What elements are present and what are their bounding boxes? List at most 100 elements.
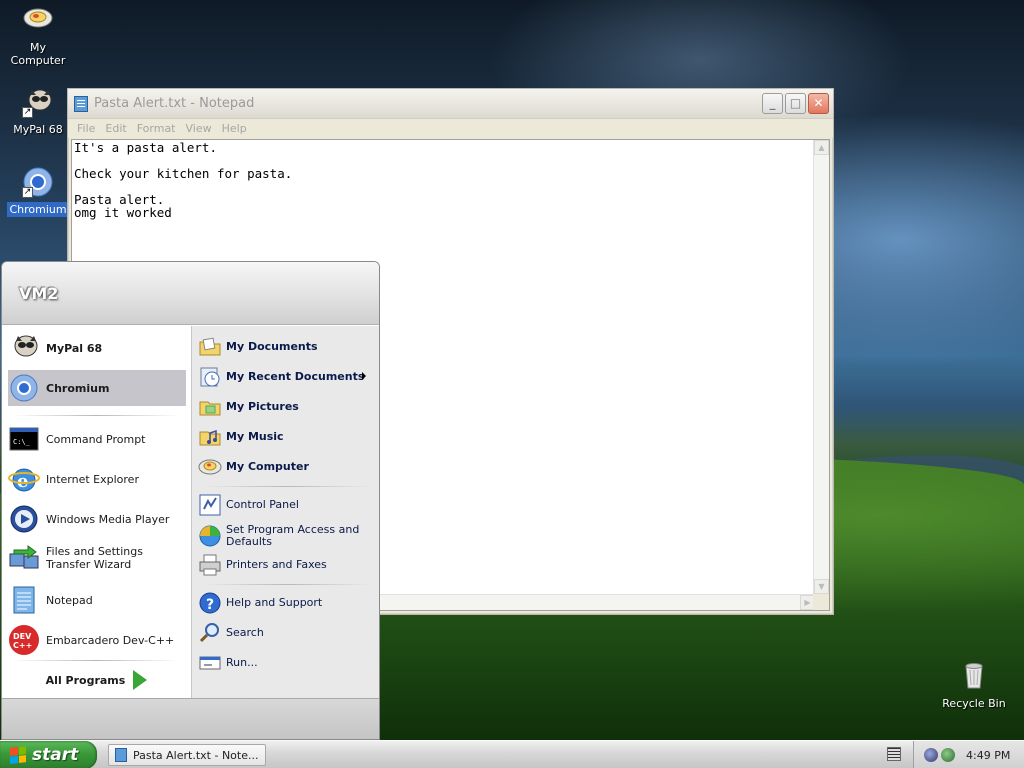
maximize-button[interactable]: □ (785, 93, 806, 114)
keyboard-icon[interactable] (887, 747, 901, 761)
document-text[interactable]: It's a pasta alert. Check your kitchen f… (72, 140, 829, 220)
chromium-icon (8, 372, 40, 404)
close-button[interactable]: ✕ (808, 93, 829, 114)
submenu-arrow-icon (362, 372, 366, 380)
my-pictures-icon (198, 395, 222, 419)
svg-text:DEV: DEV (13, 632, 32, 641)
start-button[interactable]: start (0, 741, 97, 768)
devcpp-icon: DEV C++ (8, 624, 40, 656)
system-tray: 4:49 PM (913, 741, 1024, 768)
vertical-scrollbar[interactable]: ▲ ▼ (813, 140, 829, 594)
settings-program-access[interactable]: Set Program Access and Defaults (198, 520, 376, 552)
help-label: Run... (226, 656, 258, 669)
desktop-icon-label: MyPal 68 (13, 123, 63, 136)
help-icon: ? (198, 591, 222, 615)
program-item-windows-media-player[interactable]: Windows Media Player (8, 501, 186, 537)
window-titlebar[interactable]: Pasta Alert.txt - Notepad _ □ ✕ (68, 89, 833, 119)
menu-view[interactable]: View (186, 122, 212, 135)
scroll-up-arrow-icon[interactable]: ▲ (814, 140, 829, 155)
desktop-icon-recycle-bin[interactable]: Recycle Bin (936, 660, 1012, 711)
raccoon-icon: ↗ (22, 86, 54, 118)
help-label: Search (226, 626, 264, 639)
separator (12, 660, 180, 661)
place-label: My Recent Documents (226, 370, 365, 383)
my-computer-icon (198, 455, 222, 479)
search-item[interactable]: Search (198, 620, 376, 646)
cmd-icon: C:\_ (8, 423, 40, 455)
settings-label: Control Panel (226, 498, 299, 511)
program-item-internet-explorer[interactable]: e Internet Explorer (8, 461, 186, 497)
resize-grip[interactable] (813, 594, 829, 610)
pinned-item-mypal[interactable]: MyPal 68 (8, 330, 186, 366)
place-label: My Music (226, 430, 284, 443)
place-my-computer[interactable]: My Computer (198, 454, 376, 480)
place-my-music[interactable]: My Music (198, 424, 376, 450)
program-item-label: Command Prompt (46, 432, 146, 446)
minimize-button[interactable]: _ (762, 93, 783, 114)
desktop-icon-mypal[interactable]: ↗ MyPal 68 (0, 86, 76, 137)
user-name: VM2 (19, 283, 59, 303)
clock[interactable]: 4:49 PM (966, 749, 1010, 762)
place-label: My Pictures (226, 400, 299, 413)
place-label: My Computer (226, 460, 309, 473)
my-documents-icon (198, 335, 222, 359)
start-label: start (32, 745, 79, 765)
taskbar: start Pasta Alert.txt - Note... 4:49 PM (0, 740, 1024, 768)
program-item-label: Embarcadero Dev-C++ (46, 633, 175, 647)
my-computer-icon (22, 4, 54, 36)
run-icon (198, 651, 222, 675)
run-item[interactable]: Run... (198, 650, 376, 676)
settings-label: Set Program Access and Defaults (226, 523, 360, 548)
taskbar-button-label: Pasta Alert.txt - Note... (133, 748, 259, 762)
separator (204, 486, 370, 487)
place-my-documents[interactable]: My Documents (198, 334, 376, 360)
settings-printers-faxes[interactable]: Printers and Faxes (198, 552, 376, 578)
start-menu-header: VM2 (2, 262, 379, 325)
notepad-icon (74, 95, 88, 112)
program-item-notepad[interactable]: Notepad (8, 582, 186, 618)
program-item-label: Notepad (46, 593, 93, 607)
program-item-devcpp[interactable]: DEV C++ Embarcadero Dev-C++ (8, 622, 186, 658)
desktop-icon-chromium[interactable]: ↗ Chromium (0, 166, 76, 217)
raccoon-icon (8, 332, 40, 364)
separator (204, 584, 370, 585)
notepad-icon (8, 584, 40, 616)
place-my-recent-documents[interactable]: My Recent Documents (198, 364, 376, 390)
menu-help[interactable]: Help (222, 122, 247, 135)
desktop-icon-label: Recycle Bin (942, 697, 1006, 710)
pinned-item-label: MyPal 68 (46, 341, 103, 355)
scroll-down-arrow-icon[interactable]: ▼ (814, 579, 829, 594)
program-item-label: Files and Settings Transfer Wizard (46, 545, 143, 571)
program-item-label: Internet Explorer (46, 472, 139, 486)
menu-bar: File Edit Format View Help (68, 119, 833, 138)
recycle-bin-icon (958, 660, 990, 692)
help-and-support[interactable]: ? Help and Support (198, 590, 376, 616)
security-icon[interactable] (941, 748, 955, 762)
desktop-icon-label: Chromium (7, 202, 69, 217)
pinned-item-label: Chromium (46, 381, 110, 395)
network-icon[interactable] (924, 748, 938, 762)
shortcut-arrow-icon: ↗ (22, 107, 33, 118)
menu-format[interactable]: Format (137, 122, 176, 135)
program-item-transfer-wizard[interactable]: Files and Settings Transfer Wizard (8, 538, 186, 578)
separator (12, 415, 180, 416)
program-access-icon (198, 524, 222, 548)
windows-flag-icon (10, 746, 26, 764)
recent-documents-icon (198, 365, 222, 389)
desktop-icon-label: My Computer (10, 41, 66, 67)
pinned-item-chromium[interactable]: Chromium (8, 370, 186, 406)
settings-control-panel[interactable]: Control Panel (198, 492, 376, 518)
desktop-icon-my-computer[interactable]: My Computer (0, 4, 76, 68)
place-my-pictures[interactable]: My Pictures (198, 394, 376, 420)
all-programs-button[interactable]: All Programs (2, 662, 191, 698)
printer-icon (198, 553, 222, 577)
transfer-wizard-icon (8, 542, 40, 574)
svg-text:C++: C++ (13, 641, 32, 650)
program-item-command-prompt[interactable]: C:\_ Command Prompt (8, 421, 186, 457)
menu-file[interactable]: File (77, 122, 95, 135)
settings-label: Printers and Faxes (226, 558, 327, 571)
place-label: My Documents (226, 340, 318, 353)
ie-icon: e (8, 463, 40, 495)
menu-edit[interactable]: Edit (105, 122, 126, 135)
taskbar-button-notepad[interactable]: Pasta Alert.txt - Note... (108, 744, 266, 766)
